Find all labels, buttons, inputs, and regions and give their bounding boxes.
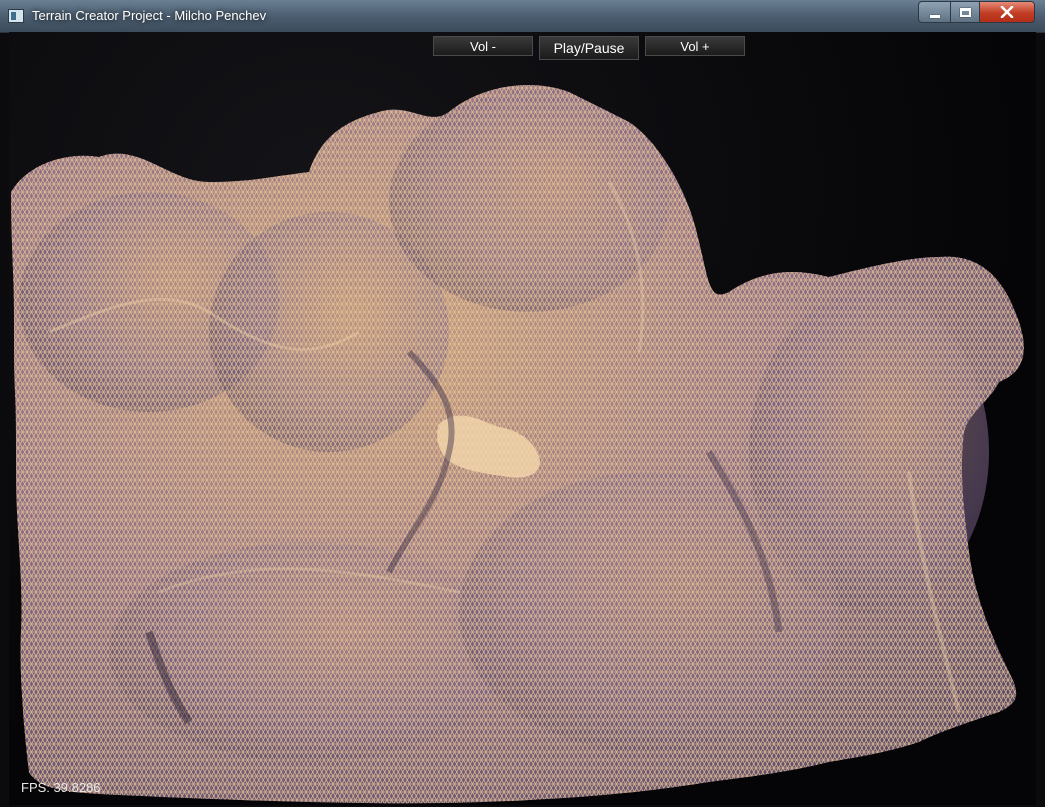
minimize-button[interactable] <box>918 1 951 23</box>
maximize-button[interactable] <box>950 1 980 23</box>
fps-counter: FPS: 39.8286 <box>21 780 101 795</box>
render-viewport[interactable]: Vol - Play/Pause Vol + FPS: 39.8286 <box>9 32 1036 805</box>
close-icon <box>1000 6 1014 18</box>
app-icon <box>8 9 24 23</box>
play-pause-button[interactable]: Play/Pause <box>539 36 639 60</box>
volume-up-button[interactable]: Vol + <box>645 36 745 56</box>
volume-down-button[interactable]: Vol - <box>433 36 533 56</box>
maximize-icon <box>959 7 971 17</box>
minimize-icon <box>929 14 940 18</box>
close-button[interactable] <box>979 1 1035 23</box>
title-bar[interactable]: Terrain Creator Project - Milcho Penchev <box>0 0 1045 33</box>
fps-value: 39.8286 <box>53 780 101 795</box>
terrain-mesh <box>11 84 1024 804</box>
fps-label: FPS: <box>21 780 50 795</box>
window-title: Terrain Creator Project - Milcho Penchev <box>32 8 267 23</box>
app-window: Terrain Creator Project - Milcho Penchev <box>0 0 1045 807</box>
